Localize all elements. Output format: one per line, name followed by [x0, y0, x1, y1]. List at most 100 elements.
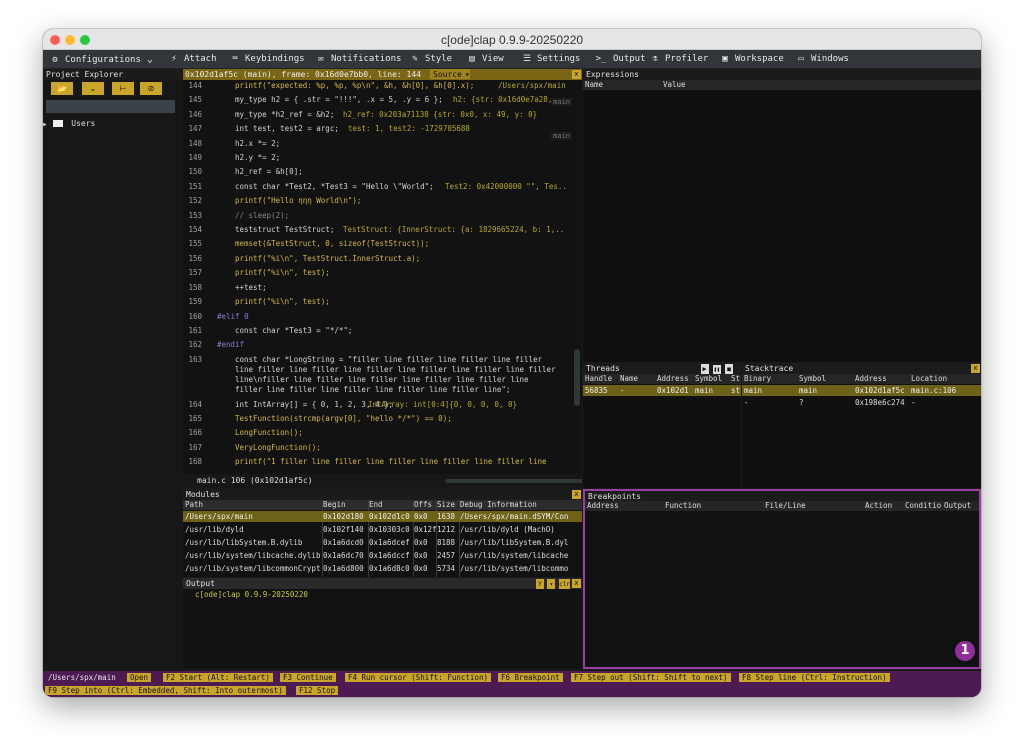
chevron-down-icon[interactable]: ▾ — [547, 579, 556, 589]
line-number: 166 — [188, 428, 202, 437]
menu-view[interactable]: ▤ View — [466, 52, 503, 67]
menu-workspace[interactable]: ▣ Workspace — [719, 52, 784, 67]
module-row[interactable]: /usr/lib/libSystem.B.dylib 0x1a6dcd0 0x1a6… — [183, 537, 582, 548]
source-status-line: main.c 106 (0x102d1af5c) — [183, 474, 582, 488]
menu-profiler[interactable]: ⚗ Profiler — [649, 52, 708, 67]
code-text: filler line filler line filler line fill… — [235, 385, 511, 394]
menu-keybindings[interactable]: ⌨ Keybindings — [229, 52, 304, 67]
play-icon[interactable]: ▶ — [700, 364, 709, 374]
tree-item-users[interactable]: ▶ Users — [43, 118, 95, 130]
chat-icon: ✉ — [318, 54, 324, 64]
inline-value-annotation: IntArray: int[0:4]{0, 0, 0, 0, 0} — [368, 400, 518, 409]
gear-icon: ⚙ — [52, 55, 58, 65]
breakpoints-column-headers: Address Function File/Line Action Condit… — [585, 501, 979, 511]
module-row[interactable]: /Users/spx/main 0x102d180 0x102d1c0 0x0 1638… — [183, 511, 582, 522]
stop-icon[interactable]: ■ — [725, 364, 733, 374]
hide-button[interactable]: ⊘ — [140, 82, 162, 95]
modules-title: Modules x — [183, 489, 582, 500]
menu-attach[interactable]: ⚡ Attach — [168, 52, 216, 67]
code-text: LongFunction(); — [235, 428, 303, 437]
open-folder-button[interactable]: 📂 — [51, 82, 73, 95]
line-number: 165 — [188, 414, 202, 423]
code-line: 150 h2_ref = &h[0]; — [183, 166, 574, 177]
code-text: #elif 0 — [217, 312, 249, 321]
thread-row[interactable]: 56835 - 0x102d1 main st — [583, 385, 741, 396]
shortcut-button[interactable]: Open — [127, 673, 152, 682]
code-line: 146 my_type *h2_ref = &h2; h2_ref: 0x203a7… — [183, 109, 574, 120]
code-text: h2_ref = &h[0]; — [235, 167, 303, 176]
close-icon[interactable]: x — [572, 490, 581, 499]
shortcut-button[interactable]: F2 Start (Alt: Restart) — [163, 673, 273, 682]
code-text: printf("%i\n", test); — [235, 297, 330, 306]
tree-icon: ⊢ — [119, 84, 127, 93]
close-icon[interactable]: x — [572, 70, 581, 79]
code-line: 168 printf("1 filler line filler line fil… — [183, 456, 574, 467]
menu-windows[interactable]: ▭ Windows — [795, 52, 849, 67]
source-view-dropdown[interactable]: Source ▾ — [430, 69, 470, 79]
column-function: Function — [665, 501, 702, 510]
shortcut-button[interactable]: F9 Step into (Ctrl: Embedded, Shift: Int… — [45, 686, 286, 695]
shortcut-button[interactable]: F7 Step out (Shift: Shift to next) — [571, 673, 731, 682]
line-number: 162 — [188, 340, 202, 349]
menu-output[interactable]: >_ Output — [593, 52, 646, 67]
column-header: Begin — [323, 500, 346, 509]
module-cell: 0x1a6d8c0 — [369, 564, 410, 573]
menu-notifications[interactable]: ✉ Notifications — [315, 52, 401, 67]
clear-button[interactable]: clr — [559, 579, 570, 589]
stack-frame-row[interactable]: main main 0x102d1af5c main.c:106 — [742, 385, 981, 396]
tree-button[interactable]: ⊢ — [112, 82, 134, 95]
horizontal-scrollbar[interactable] — [445, 479, 582, 483]
module-cell: 0x0 — [414, 564, 428, 573]
column-condition: Conditio — [905, 501, 942, 510]
column-state: St — [731, 374, 741, 383]
menu-style[interactable]: ✎ Style — [409, 52, 452, 67]
line-number: 156 — [188, 254, 202, 263]
code-text: my_type h2 = { .str = "!!!", .x = 5, .y … — [235, 95, 443, 104]
menu-settings[interactable]: ☰ Settings — [521, 52, 580, 67]
module-cell: 0x0 — [414, 538, 428, 547]
code-view[interactable]: 144 printf("expected: %p, %p, %p\n", &h, … — [183, 80, 582, 474]
column-header: End — [369, 500, 383, 509]
line-number: 154 — [188, 225, 202, 234]
module-cell: 0x1a6d800 — [323, 564, 364, 573]
shortcut-button[interactable]: F12 Stop — [296, 686, 339, 695]
modules-column-headers: Path Begin End Offs Size Debug Information — [183, 500, 582, 510]
code-text: printf("Hello ηηη World\n"); — [235, 196, 362, 205]
line-number: 148 — [188, 139, 202, 148]
filter-icon[interactable]: Y — [535, 579, 544, 589]
shortcut-button[interactable]: F6 Breakpoint — [498, 673, 563, 682]
expressions-title: Expressions — [583, 69, 981, 80]
line-number: 153 — [188, 211, 202, 220]
line-number: 161 — [188, 326, 202, 335]
code-scrollbar[interactable] — [574, 349, 580, 406]
stack-frame-row[interactable]: - ? 0x198e6c274 - — [742, 397, 981, 408]
shortcut-button[interactable]: F8 Step line (Ctrl: Instruction) — [739, 673, 890, 682]
menu-bar: ⚙ Configurations ⌄ ⚡ Attach ⌨ Keybindings ✉ Noti… — [43, 50, 981, 69]
code-text: memset(&TestStruct, 0, sizeof(TestStruct… — [235, 239, 430, 248]
module-cell: 0x1a6dcef — [369, 538, 410, 547]
chevron-down-button[interactable]: ⌄ — [82, 82, 104, 95]
module-row[interactable]: /usr/lib/dyld 0x102f140 0x10303c0 0x12f 1212… — [183, 524, 582, 535]
close-icon[interactable]: x — [971, 364, 980, 373]
source-panel: 0x102d1af5c (main), frame: 0x16d0e7bb0, … — [183, 69, 582, 488]
module-row[interactable]: /usr/lib/system/libcache.dylib 0x1a6dc70 0… — [183, 550, 582, 561]
module-cell: /usr/lib/system/libcache — [460, 551, 569, 560]
code-line: 152 printf("Hello ηηη World\n"); — [183, 195, 574, 206]
project-filter-input[interactable] — [46, 100, 175, 113]
pen-icon: ✎ — [412, 54, 418, 64]
shortcut-button[interactable]: F3 Continue — [280, 673, 336, 682]
module-row[interactable]: /usr/lib/system/libcommonCrypt 0x1a6d800 0… — [183, 563, 582, 574]
open-folder-icon: 📂 — [57, 84, 67, 93]
menu-label: Windows — [811, 54, 849, 64]
chevron-down-icon: ⌄ — [89, 84, 97, 93]
app-window: c[ode]clap 0.9.9-20250220 ⚙ Configuration… — [43, 29, 981, 697]
pause-icon[interactable]: ❚❚ — [712, 365, 721, 374]
module-cell: /usr/lib/dyld — [185, 525, 244, 534]
module-cell: 0x12f — [414, 525, 436, 534]
shortcut-button[interactable]: F4 Run cursor (Shift: Function) — [345, 673, 491, 682]
inline-tag: main — [551, 98, 572, 106]
menu-configurations[interactable]: ⚙ Configurations ⌄ — [49, 52, 153, 67]
inline-value-annotation: Test2: 0x42000000 "", Tes.. — [445, 182, 567, 191]
close-icon[interactable]: x — [572, 579, 581, 588]
code-text: teststruct TestStruct; — [235, 225, 335, 234]
